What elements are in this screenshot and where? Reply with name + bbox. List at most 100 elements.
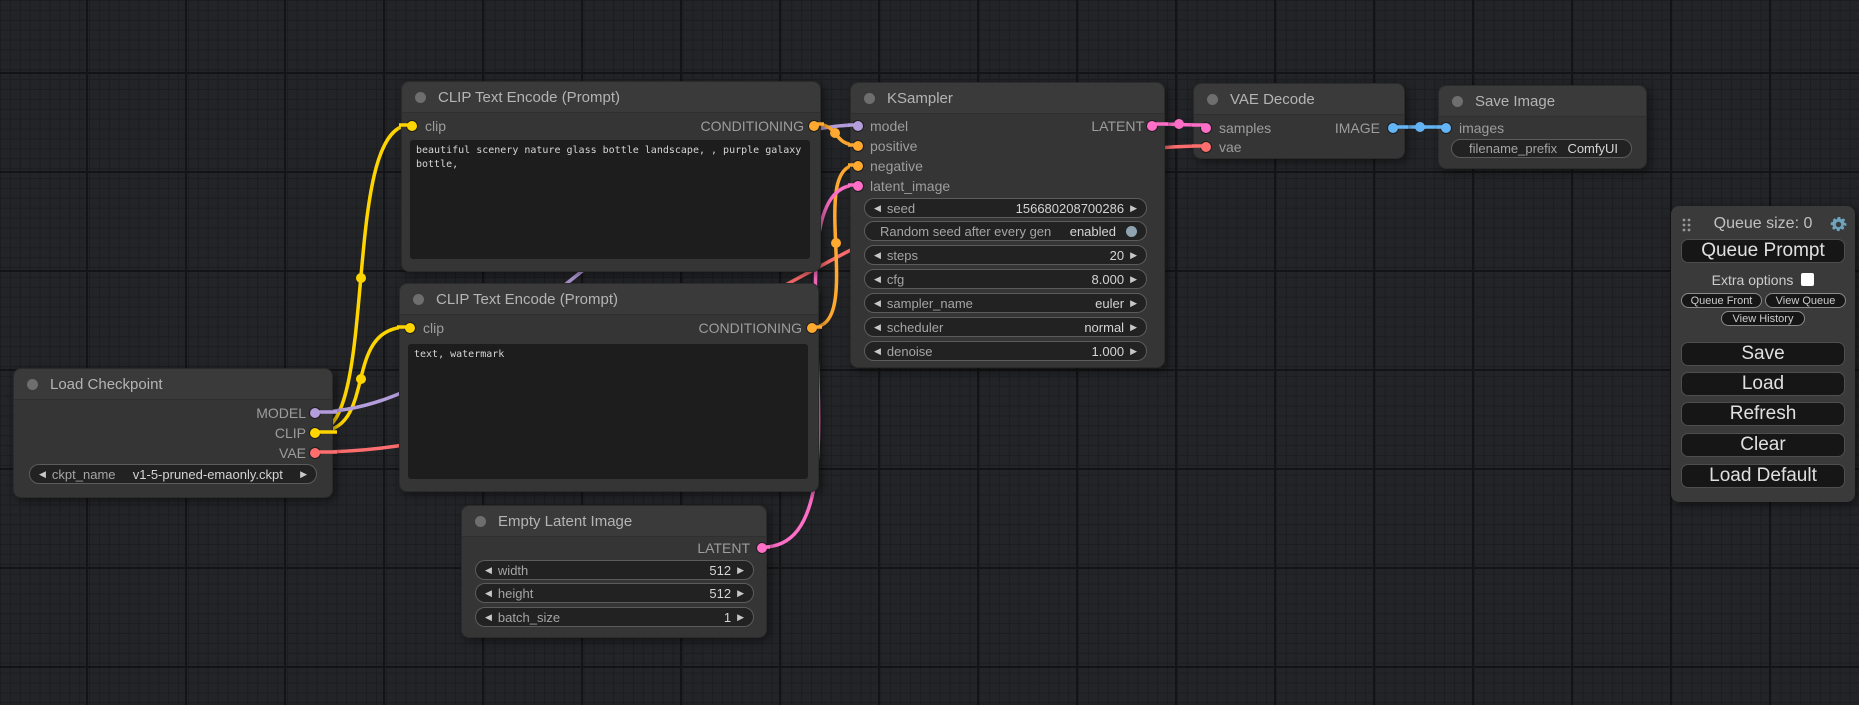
input-label-negative: negative [870, 158, 923, 174]
node-header[interactable]: CLIP Text Encode (Prompt) [400, 284, 818, 315]
increment-arrow-icon[interactable]: ▶ [737, 589, 744, 598]
node-header[interactable]: VAE Decode [1194, 84, 1404, 115]
decrement-arrow-icon[interactable]: ◀ [39, 470, 46, 479]
output-port-vae[interactable] [310, 448, 320, 458]
output-port-clip[interactable] [310, 428, 320, 438]
output-port-conditioning[interactable] [809, 121, 819, 131]
output-port-conditioning[interactable] [807, 323, 817, 333]
prompt-textarea[interactable]: text, watermark [408, 344, 808, 479]
decrement-arrow-icon[interactable]: ◀ [485, 613, 492, 622]
input-port-vae[interactable] [1201, 142, 1211, 152]
widget-ckpt-name[interactable]: ◀ ckpt_name v1-5-pruned-emaonly.ckpt ▶ [29, 464, 317, 484]
collapse-toggle-icon[interactable] [27, 379, 38, 390]
node-clip-text-encode-negative[interactable]: CLIP Text Encode (Prompt) clip CONDITION… [399, 283, 819, 492]
decrement-arrow-icon[interactable]: ◀ [485, 589, 492, 598]
widget-scheduler[interactable]: ◀ scheduler normal ▶ [864, 317, 1147, 337]
node-save-image[interactable]: Save Image images filename_prefix ComfyU… [1438, 85, 1647, 169]
input-port-negative[interactable] [853, 161, 863, 171]
queue-size-label: Queue size: 0 [1671, 214, 1855, 234]
increment-arrow-icon[interactable]: ▶ [1130, 299, 1137, 308]
collapse-toggle-icon[interactable] [415, 92, 426, 103]
node-header[interactable]: Save Image [1439, 86, 1646, 117]
node-header[interactable]: Load Checkpoint [14, 369, 332, 400]
load-button[interactable]: Load [1681, 372, 1845, 396]
view-queue-button[interactable]: View Queue [1765, 293, 1846, 308]
collapse-toggle-icon[interactable] [475, 516, 486, 527]
widget-cfg[interactable]: ◀ cfg 8.000 ▶ [864, 269, 1147, 289]
input-port-positive[interactable] [853, 141, 863, 151]
increment-arrow-icon[interactable]: ▶ [300, 470, 307, 479]
queue-prompt-button[interactable]: Queue Prompt [1681, 239, 1845, 263]
prompt-textarea[interactable]: beautiful scenery nature glass bottle la… [410, 140, 810, 259]
input-port-images[interactable] [1441, 123, 1451, 133]
clear-button[interactable]: Clear [1681, 433, 1845, 457]
output-port-image[interactable] [1388, 123, 1398, 133]
node-graph-canvas[interactable]: Load Checkpoint MODEL CLIP VAE ◀ ckpt_na… [0, 0, 1859, 705]
increment-arrow-icon[interactable]: ▶ [1130, 251, 1137, 260]
collapse-toggle-icon[interactable] [864, 93, 875, 104]
node-title: VAE Decode [1230, 91, 1315, 108]
toggle-enabled-icon[interactable] [1126, 226, 1137, 237]
settings-gear-icon[interactable] [1830, 216, 1847, 233]
widget-batch-size[interactable]: ◀ batch_size 1 ▶ [475, 607, 754, 627]
collapse-toggle-icon[interactable] [1452, 96, 1463, 107]
node-empty-latent-image[interactable]: Empty Latent Image LATENT ◀ width 512 ▶ … [461, 505, 767, 638]
input-port-model[interactable] [853, 121, 863, 131]
input-port-clip[interactable] [407, 121, 417, 131]
node-header[interactable]: CLIP Text Encode (Prompt) [402, 82, 820, 113]
node-header[interactable]: Empty Latent Image [462, 506, 766, 537]
output-port-model[interactable] [310, 408, 320, 418]
increment-arrow-icon[interactable]: ▶ [737, 613, 744, 622]
widget-sampler-name[interactable]: ◀ sampler_name euler ▶ [864, 293, 1147, 313]
output-row-latent: LATENT [462, 538, 766, 558]
node-header[interactable]: KSampler [851, 83, 1164, 114]
save-button[interactable]: Save [1681, 342, 1845, 366]
decrement-arrow-icon[interactable]: ◀ [874, 299, 881, 308]
increment-arrow-icon[interactable]: ▶ [737, 566, 744, 575]
widget-value: 8.000 [1092, 272, 1125, 287]
increment-arrow-icon[interactable]: ▶ [1130, 275, 1137, 284]
widget-steps[interactable]: ◀ steps 20 ▶ [864, 245, 1147, 265]
input-port-clip[interactable] [405, 323, 415, 333]
widget-height[interactable]: ◀ height 512 ▶ [475, 583, 754, 603]
extra-options-checkbox[interactable] [1801, 273, 1814, 286]
output-row-clip: CLIP [14, 423, 332, 443]
node-clip-text-encode-positive[interactable]: CLIP Text Encode (Prompt) clip CONDITION… [401, 81, 821, 272]
decrement-arrow-icon[interactable]: ◀ [874, 323, 881, 332]
widget-seed[interactable]: ◀ seed 156680208700286 ▶ [864, 198, 1147, 218]
node-title: Load Checkpoint [50, 376, 163, 393]
output-label-conditioning: CONDITIONING [699, 320, 802, 336]
widget-random-seed-toggle[interactable]: Random seed after every gen enabled [864, 221, 1147, 241]
link-dot [356, 273, 366, 283]
load-default-button[interactable]: Load Default [1681, 464, 1845, 488]
output-port-latent[interactable] [1147, 121, 1157, 131]
queue-panel[interactable]: Queue size: 0 Queue Prompt Extra options… [1671, 206, 1855, 502]
widget-denoise[interactable]: ◀ denoise 1.000 ▶ [864, 341, 1147, 361]
view-history-button[interactable]: View History [1721, 311, 1805, 326]
io-row: vae [1194, 137, 1404, 157]
input-port-latent-image[interactable] [853, 181, 863, 191]
io-row: positive [851, 136, 1164, 156]
widget-width[interactable]: ◀ width 512 ▶ [475, 560, 754, 580]
increment-arrow-icon[interactable]: ▶ [1130, 323, 1137, 332]
output-label-image: IMAGE [1335, 120, 1380, 136]
node-ksampler[interactable]: KSampler model LATENT positive negative … [850, 82, 1165, 368]
decrement-arrow-icon[interactable]: ◀ [874, 347, 881, 356]
widget-label: batch_size [498, 610, 560, 625]
decrement-arrow-icon[interactable]: ◀ [874, 251, 881, 260]
refresh-button[interactable]: Refresh [1681, 402, 1845, 426]
input-port-samples[interactable] [1201, 123, 1211, 133]
decrement-arrow-icon[interactable]: ◀ [485, 566, 492, 575]
io-row: model LATENT [851, 116, 1164, 136]
node-vae-decode[interactable]: VAE Decode samples IMAGE vae [1193, 83, 1405, 159]
widget-filename-prefix[interactable]: filename_prefix ComfyUI [1451, 139, 1632, 158]
increment-arrow-icon[interactable]: ▶ [1130, 347, 1137, 356]
output-port-latent[interactable] [757, 543, 767, 553]
collapse-toggle-icon[interactable] [413, 294, 424, 305]
collapse-toggle-icon[interactable] [1207, 94, 1218, 105]
queue-front-button[interactable]: Queue Front [1681, 293, 1762, 308]
increment-arrow-icon[interactable]: ▶ [1130, 204, 1137, 213]
node-load-checkpoint[interactable]: Load Checkpoint MODEL CLIP VAE ◀ ckpt_na… [13, 368, 333, 498]
decrement-arrow-icon[interactable]: ◀ [874, 204, 881, 213]
decrement-arrow-icon[interactable]: ◀ [874, 275, 881, 284]
